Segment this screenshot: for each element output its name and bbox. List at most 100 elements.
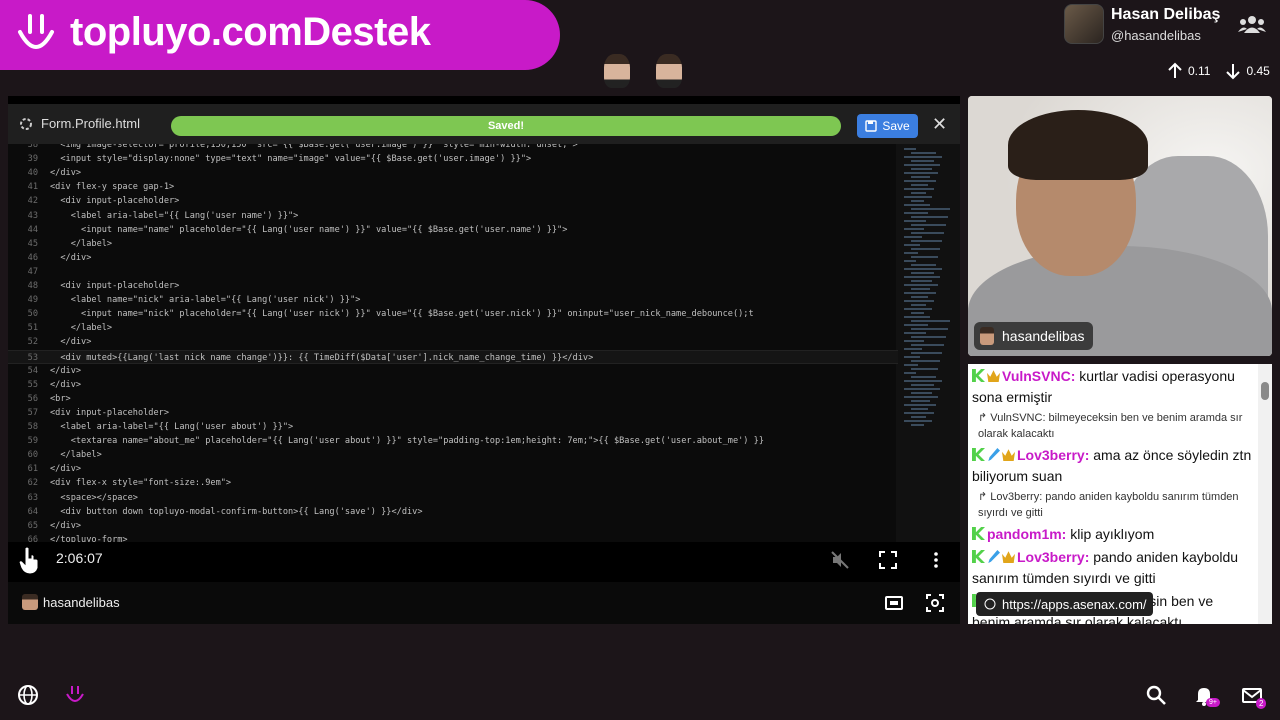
code-text[interactable]: </div> <box>50 462 81 476</box>
code-text[interactable]: </label> <box>50 321 112 335</box>
code-line[interactable]: 46 </div> <box>8 251 898 265</box>
minimap-line <box>904 316 930 318</box>
code-line[interactable]: 59 <textarea name="about_me" placeholder… <box>8 434 898 448</box>
code-text[interactable]: <div input-placeholder> <box>50 406 169 420</box>
topluyo-logo-icon <box>18 14 54 49</box>
chat-message[interactable]: VulnSVNC: kurtlar vadisi operasyonu sona… <box>972 366 1254 408</box>
code-text[interactable]: <br> <box>50 392 71 406</box>
close-icon[interactable]: ✕ <box>932 114 947 135</box>
video-player[interactable]: Form.Profile.html Saved! Save ✕ 38 <img … <box>8 96 960 624</box>
channel-name[interactable]: hasandelibas <box>43 595 120 610</box>
code-minimap[interactable] <box>896 144 960 542</box>
code-text[interactable]: <input name="nick" placeholder="{{ Lang(… <box>50 307 754 321</box>
code-text[interactable]: </div> <box>50 364 81 378</box>
code-line[interactable]: 39 <input style="display:none" type="tex… <box>8 152 898 166</box>
code-text[interactable]: <div button down topluyo-modal-confirm-b… <box>50 505 422 519</box>
screenshot-icon[interactable] <box>925 593 945 613</box>
code-line[interactable]: 38 <img image-selector="profile,150,150"… <box>8 144 898 152</box>
code-line[interactable]: 48 <div input-placeholder> <box>8 279 898 293</box>
chat-username[interactable]: Lov3berry: <box>1017 549 1089 565</box>
code-text[interactable]: </label> <box>50 448 101 462</box>
globe-icon[interactable] <box>17 684 39 706</box>
code-text[interactable]: <input name="name" placeholder="{{ Lang(… <box>50 223 567 237</box>
code-line[interactable]: 41 <div flex-y space gap-1> <box>8 180 898 194</box>
code-line[interactable]: 45 </label> <box>8 237 898 251</box>
chat-panel[interactable]: VulnSVNC: kurtlar vadisi operasyonu sona… <box>968 364 1272 624</box>
code-line[interactable]: 57 <div input-placeholder> <box>8 406 898 420</box>
minimap-line <box>911 264 936 266</box>
minimap-line <box>904 372 916 374</box>
code-line[interactable]: 53 <div muted>{{Lang('last nick name cha… <box>8 349 898 365</box>
profile-header[interactable]: Hasan Delibaş @hasandelibas <box>1064 4 1220 44</box>
code-text[interactable]: <label aria-label="{{ Lang('user about')… <box>50 420 293 434</box>
arrow-down-icon[interactable] <box>1224 62 1242 80</box>
code-line[interactable]: 49 <label name="nick" aria-label="{{ Lan… <box>8 293 898 307</box>
code-line[interactable]: 55 </div> <box>8 378 898 392</box>
avatar[interactable] <box>1064 4 1104 44</box>
minimap-line <box>904 252 918 254</box>
topluyo-logo-icon[interactable] <box>64 684 86 706</box>
code-line[interactable]: 56 <br> <box>8 392 898 406</box>
code-text[interactable]: </div> <box>50 378 81 392</box>
code-line[interactable]: 58 <label aria-label="{{ Lang('user abou… <box>8 420 898 434</box>
code-text[interactable]: <img image-selector="profile,150,150" sr… <box>50 144 577 152</box>
code-line[interactable]: 40 </div> <box>8 166 898 180</box>
chat-username[interactable]: Lov3berry: <box>1017 447 1089 463</box>
chat-username[interactable]: VulnSVNC: <box>1002 368 1075 384</box>
fullscreen-icon[interactable] <box>878 550 898 570</box>
line-number: 62 <box>27 478 38 489</box>
more-options-icon[interactable] <box>926 550 946 570</box>
code-text[interactable]: <div input-placeholder> <box>50 194 179 208</box>
code-line[interactable]: 47 <box>8 265 898 279</box>
code-line[interactable]: 43 <label aria-label="{{ Lang('user name… <box>8 209 898 223</box>
code-line[interactable]: 54 </div> <box>8 364 898 378</box>
webcam-label[interactable]: hasandelibas <box>974 322 1093 350</box>
mute-icon[interactable] <box>830 550 850 570</box>
code-text[interactable]: <label name="nick" aria-label="{{ Lang('… <box>50 293 361 307</box>
theater-mode-icon[interactable] <box>884 593 904 613</box>
chat-username[interactable]: pandom1m: <box>987 526 1066 542</box>
arrow-up-icon[interactable] <box>1166 62 1184 80</box>
chat-message[interactable]: Lov3berry: ama az önce söyledin ztn bili… <box>972 445 1254 487</box>
code-line[interactable]: 50 <input name="nick" placeholder="{{ La… <box>8 307 898 321</box>
code-line[interactable]: 61 </div> <box>8 462 898 476</box>
search-icon[interactable] <box>1145 684 1167 706</box>
code-text[interactable]: </topluyo-form> <box>50 533 128 542</box>
chat-message[interactable]: Lov3berry: pando aniden kayboldu sanırım… <box>972 547 1254 589</box>
code-text[interactable]: <space></space> <box>50 491 138 505</box>
code-text[interactable]: <div muted>{{Lang('last nick name change… <box>50 351 593 365</box>
code-line[interactable]: 42 <div input-placeholder> <box>8 194 898 208</box>
people-icon[interactable] <box>1238 14 1266 34</box>
code-text[interactable]: <div input-placeholder> <box>50 279 179 293</box>
code-text[interactable]: </div> <box>50 519 81 533</box>
code-line[interactable]: 51 </label> <box>8 321 898 335</box>
chat-scroll-thumb[interactable] <box>1261 382 1269 400</box>
channel-avatar[interactable] <box>22 594 38 610</box>
code-text[interactable]: </label> <box>50 237 112 251</box>
code-line[interactable]: 63 <space></space> <box>8 491 898 505</box>
code-line[interactable]: 52 </div> <box>8 335 898 349</box>
code-text[interactable]: <div flex-x style="font-size:.9em"> <box>50 476 231 490</box>
code-text[interactable]: </div> <box>50 166 81 180</box>
code-text[interactable]: </div> <box>50 335 91 349</box>
save-label: Save <box>882 119 910 133</box>
code-line[interactable]: 60 </label> <box>8 448 898 462</box>
chat-scrollbar[interactable] <box>1258 364 1272 624</box>
line-number: 45 <box>27 238 38 249</box>
chat-message[interactable]: pandom1m: klip ayıklıyom <box>972 524 1254 545</box>
code-line[interactable]: 65 </div> <box>8 519 898 533</box>
down-value: 0.45 <box>1246 64 1270 78</box>
code-text[interactable]: <textarea name="about_me" placeholder="{… <box>50 434 764 448</box>
code-text[interactable]: <input style="display:none" type="text" … <box>50 152 531 166</box>
code-line[interactable]: 44 <input name="name" placeholder="{{ La… <box>8 223 898 237</box>
code-text[interactable]: </div> <box>50 251 91 265</box>
link-tooltip[interactable]: https://apps.asenax.com/ <box>976 592 1153 616</box>
line-number: 47 <box>27 266 38 277</box>
save-button[interactable]: Save <box>857 114 918 138</box>
code-line[interactable]: 62 <div flex-x style="font-size:.9em"> <box>8 476 898 490</box>
code-text[interactable]: <div flex-y space gap-1> <box>50 180 174 194</box>
code-text[interactable]: <label aria-label="{{ Lang('user name') … <box>50 209 299 223</box>
code-editor[interactable]: 38 <img image-selector="profile,150,150"… <box>8 144 960 542</box>
code-line[interactable]: 66 </topluyo-form> <box>8 533 898 542</box>
code-line[interactable]: 64 <div button down topluyo-modal-confir… <box>8 505 898 519</box>
